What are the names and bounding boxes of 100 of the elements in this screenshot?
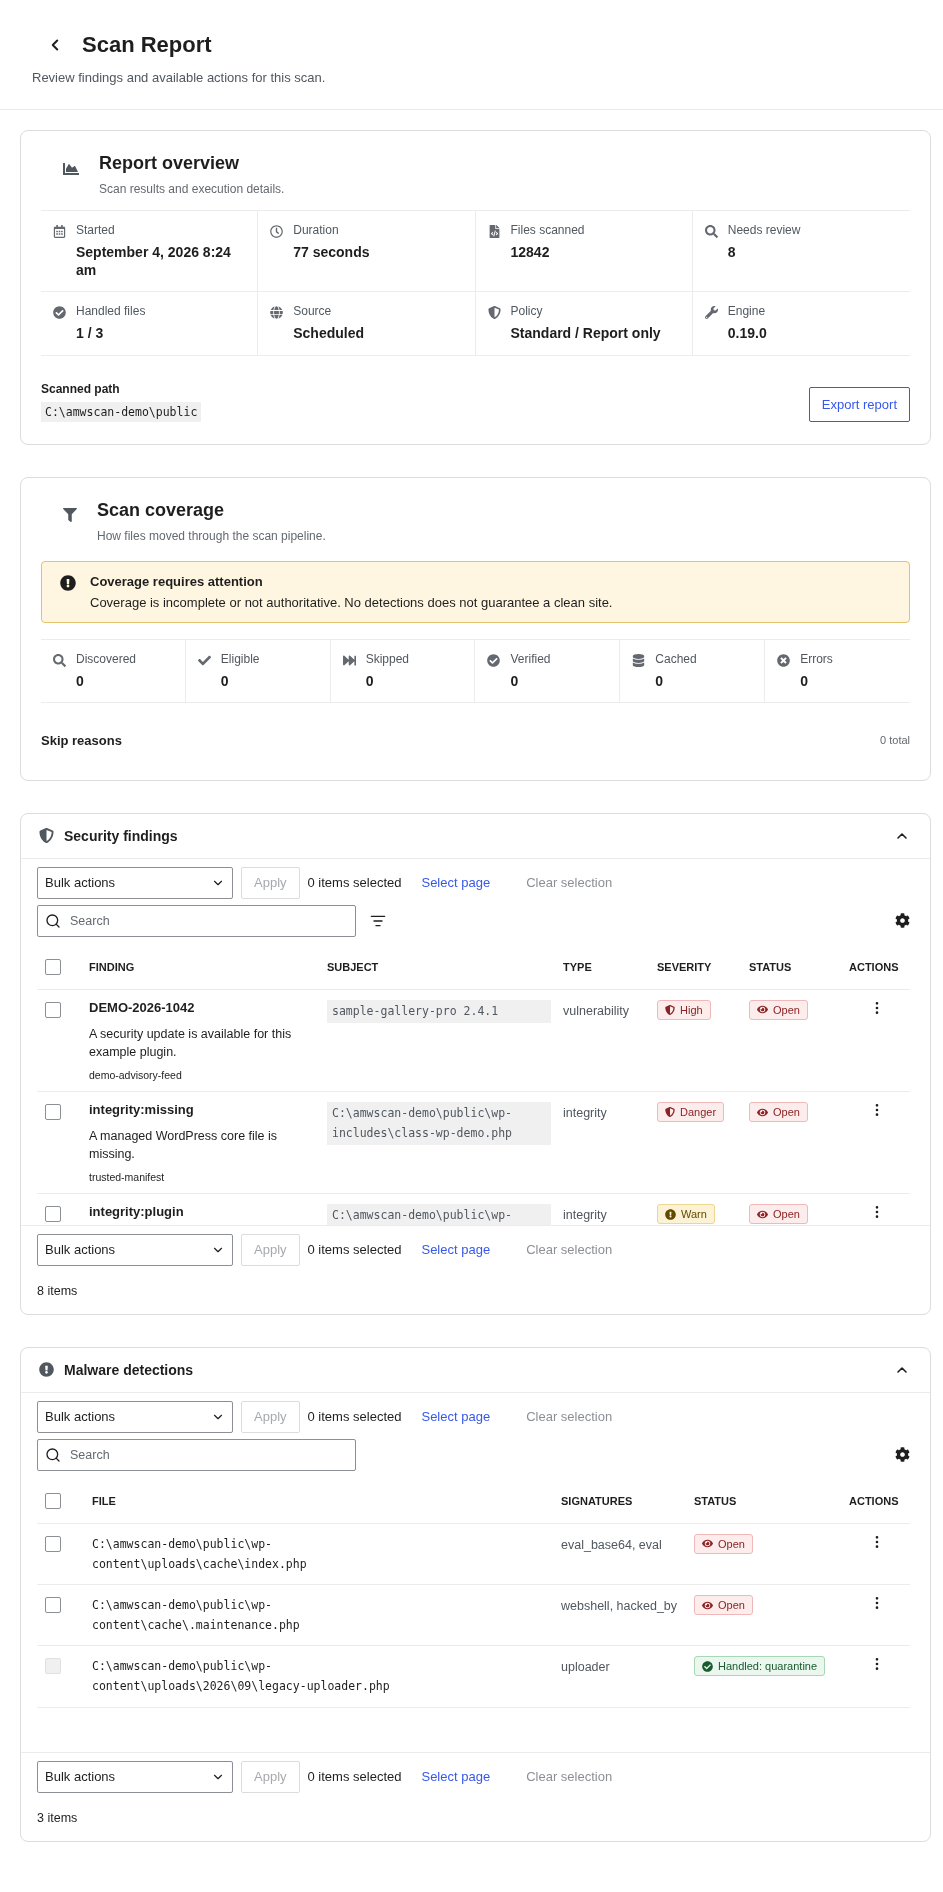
status-badge: Open — [749, 999, 808, 1020]
page-subtitle: Review findings and available actions for this scan. — [32, 70, 327, 85]
scanned-path: C:\amwscan-demo\public — [41, 401, 202, 422]
exclamation-icon — [60, 574, 76, 591]
item-count: 3 items — [37, 1809, 79, 1827]
finding-title: integrity:plugin — [89, 1204, 185, 1220]
bulk-actions-dropdown[interactable]: Bulk actions — [37, 866, 233, 899]
search-icon — [53, 653, 66, 667]
settings-button[interactable] — [895, 1447, 910, 1463]
clock-icon — [270, 225, 284, 238]
select-all-checkbox[interactable] — [45, 1492, 61, 1509]
wrench-icon — [704, 306, 718, 320]
stat-label: Errors — [800, 651, 833, 666]
finding-type: vulnerability — [563, 1002, 630, 1018]
skip-reasons-label: Skip reasons — [41, 732, 122, 748]
subject-code: sample-gallery-pro 2.4.1 — [327, 999, 551, 1024]
gear-icon — [895, 913, 910, 929]
select-page-link[interactable]: Select page — [421, 1242, 503, 1258]
status-badge: Open — [749, 1204, 808, 1225]
stat-label: Policy — [510, 304, 544, 319]
skip-reasons-total: 0 total — [880, 734, 910, 747]
eye-icon — [757, 1106, 768, 1118]
panel-title: Security findings — [64, 827, 179, 844]
finding-title: DEMO-2026-1042 — [89, 999, 196, 1015]
row-checkbox[interactable] — [45, 1535, 61, 1552]
stat-value: 0 — [655, 671, 665, 690]
finding-type: integrity — [563, 1105, 608, 1120]
stat-value: 0 — [800, 671, 809, 690]
exclamation-icon — [665, 1208, 676, 1220]
stat-value: 8 — [727, 243, 737, 262]
select-page-link[interactable]: Select page — [421, 1769, 503, 1785]
column-header: STATUS — [743, 942, 843, 990]
stat-value: 0.19.0 — [727, 324, 767, 343]
finding-title: integrity:missing — [89, 1102, 195, 1117]
column-header: SEVERITY — [651, 942, 743, 990]
select-page-link[interactable]: Select page — [421, 875, 503, 891]
card-subtitle: Scan results and execution details. — [99, 182, 285, 196]
subject-code: C:\amwscan-demo\public\wp- — [327, 1204, 551, 1225]
severity-badge: Warn — [657, 1204, 715, 1225]
column-header: TYPE — [557, 942, 651, 990]
search-icon — [45, 1446, 61, 1463]
stat-label: Cached — [655, 651, 697, 666]
settings-button[interactable] — [895, 913, 910, 929]
file-path: C:\amwscan-demo\public\wp-content\uploads\2026\09\legacy-uploader.php — [92, 1658, 391, 1696]
stat-value: 0 — [510, 671, 520, 690]
selected-count: 0 items selected — [307, 1409, 402, 1425]
select-all-checkbox[interactable] — [45, 958, 61, 975]
stat-label: Started — [76, 223, 116, 237]
gear-icon — [895, 1447, 910, 1463]
code-file-icon — [487, 225, 501, 238]
stat-value: September 4, 2026 8:24 am — [76, 243, 232, 280]
finding-source: trusted-manifest — [89, 1171, 166, 1184]
bulk-actions-dropdown[interactable]: Bulk actions — [37, 1400, 233, 1433]
database-icon — [632, 653, 646, 667]
shield-icon — [665, 1107, 675, 1117]
funnel-icon — [63, 507, 77, 522]
stat-value: 77 seconds — [293, 243, 370, 262]
row-checkbox[interactable] — [45, 1104, 61, 1120]
file-path: C:\amwscan-demo\public\wp-content\cache\.maintenance.php — [92, 1597, 301, 1635]
stat-label: Engine — [727, 304, 767, 319]
stat-value: 0 — [365, 671, 375, 690]
card-title: Scan coverage — [97, 499, 226, 521]
card-subtitle: How files moved through the scan pipeline. — [97, 528, 326, 543]
file-path: C:\amwscan-demo\public\wp-content\uploads\cache\index.php — [92, 1535, 308, 1573]
shield-icon — [665, 1004, 675, 1015]
search-field[interactable]: Search — [37, 1438, 356, 1471]
column-header: ACTIONS — [843, 1476, 910, 1524]
row-checkbox[interactable] — [45, 1206, 61, 1223]
stat-value: 12842 — [510, 243, 551, 262]
finding-description: A managed WordPress core file is missing. — [89, 1128, 279, 1164]
stat-value: Standard / Report only — [510, 324, 661, 343]
signatures: uploader — [561, 1659, 611, 1675]
stat-label: Source — [293, 304, 333, 319]
stat-value: Scheduled — [293, 324, 365, 343]
severity-badge: Danger — [657, 1102, 725, 1122]
export-report-button[interactable]: Export report — [808, 386, 910, 422]
select-page-link[interactable]: Select page — [421, 1409, 503, 1425]
eye-icon — [702, 1599, 713, 1611]
search-field[interactable]: Search — [37, 904, 356, 937]
row-checkbox[interactable] — [45, 1597, 61, 1613]
stat-value: 1 / 3 — [76, 324, 105, 343]
stat-label: Files scanned — [510, 223, 585, 237]
eye-icon — [757, 1004, 768, 1016]
page-title: Scan Report — [82, 32, 212, 58]
bulk-actions-dropdown[interactable]: Bulk actions — [37, 1760, 233, 1793]
finding-source: demo-advisory-feed — [89, 1069, 183, 1081]
bulk-actions-dropdown[interactable]: Bulk actions — [37, 1233, 233, 1266]
exclamation-icon — [39, 1362, 54, 1378]
card-title: Report overview — [99, 153, 241, 174]
selected-count: 0 items selected — [307, 875, 402, 891]
row-checkbox[interactable] — [45, 1001, 61, 1018]
subject-code: C:\amwscan-demo\public\wp-includes\class-wp-demo.php — [327, 1102, 551, 1146]
stat-label: Handled files — [76, 304, 146, 319]
eye-icon — [702, 1538, 713, 1550]
alert-title: Coverage requires attention — [90, 573, 264, 589]
signatures: webshell, hacked_by — [561, 1598, 679, 1613]
status-badge: Handled: quarantine — [694, 1656, 826, 1677]
fast-forward-icon — [342, 653, 356, 667]
search-icon — [45, 912, 61, 929]
column-header: ACTIONS — [843, 942, 910, 990]
